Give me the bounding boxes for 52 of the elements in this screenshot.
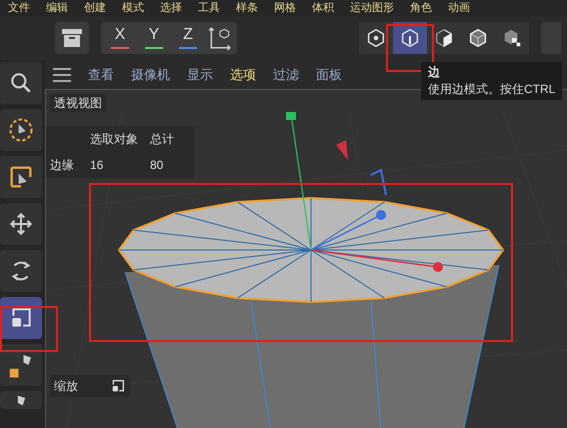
edge-mode-icon xyxy=(399,27,421,49)
pen-icon xyxy=(16,394,26,406)
tooltip-text: 使用边模式。按住CTRL xyxy=(428,81,556,98)
coordinate-system-icon xyxy=(207,25,233,51)
menu-item[interactable]: 模式 xyxy=(122,2,144,14)
point-mode-icon xyxy=(365,27,387,49)
tool-button[interactable] xyxy=(0,62,42,104)
menu-item[interactable]: 体积 xyxy=(312,2,334,14)
archive-box-icon xyxy=(61,28,83,48)
hud-label: 缩放 xyxy=(54,378,78,395)
tool-button[interactable] xyxy=(0,156,42,198)
mode-button[interactable] xyxy=(393,22,427,54)
viewport-menu-item[interactable]: 选项 xyxy=(230,64,256,84)
menu-item[interactable]: 动画 xyxy=(448,2,470,14)
viewport-menu-item[interactable]: 摄像机 xyxy=(131,64,170,84)
tool-button[interactable] xyxy=(0,250,42,292)
move-arrows-icon xyxy=(8,211,34,237)
tool-button[interactable] xyxy=(0,297,42,339)
dashed-circle-cursor-icon xyxy=(7,116,35,144)
axis-lock-button[interactable]: X xyxy=(105,24,135,52)
menu-item[interactable]: 选择 xyxy=(160,2,182,14)
menu-item[interactable]: 工具 xyxy=(198,2,220,14)
stats-header: 选取对象 xyxy=(90,131,139,148)
stats-header: 总计 xyxy=(150,131,175,148)
viewport-menu-item[interactable]: 过滤 xyxy=(273,64,299,84)
stats-value: 80 xyxy=(150,157,164,174)
viewport-title: 透视视图 xyxy=(50,94,106,112)
tool-button[interactable] xyxy=(0,109,42,151)
menu-item[interactable]: 角色 xyxy=(410,2,432,14)
menu-item[interactable]: 创建 xyxy=(84,2,106,14)
tool-button[interactable] xyxy=(0,203,42,245)
stats-row-label: 边缘 xyxy=(50,157,75,174)
menu-item[interactable]: 样条 xyxy=(236,2,258,14)
menu-item[interactable]: 网格 xyxy=(274,2,296,14)
tool-button[interactable] xyxy=(0,391,42,409)
viewport-menu-item[interactable]: 面板 xyxy=(316,64,342,84)
menu-icon[interactable] xyxy=(53,68,71,82)
menu-item[interactable]: 编辑 xyxy=(46,2,68,14)
axis-lock-button[interactable]: Y xyxy=(139,24,169,52)
viewport-menu-item[interactable]: 显示 xyxy=(187,64,213,84)
stats-value: 16 xyxy=(90,157,104,174)
scale-icon xyxy=(110,378,126,394)
menu-item[interactable]: 运动图形 xyxy=(350,2,394,14)
tool-button[interactable] xyxy=(0,344,42,386)
menu-item[interactable]: 文件 xyxy=(8,2,30,14)
archive-button[interactable] xyxy=(55,22,89,54)
cube-icon xyxy=(467,27,489,49)
tooltip-title: 边 xyxy=(428,64,441,81)
viewport-menu-item[interactable]: 查看 xyxy=(88,64,114,84)
axis-lock-button[interactable]: Z xyxy=(173,24,203,52)
polygon-mode-icon xyxy=(433,27,455,49)
annotation-rectangle xyxy=(0,306,58,352)
